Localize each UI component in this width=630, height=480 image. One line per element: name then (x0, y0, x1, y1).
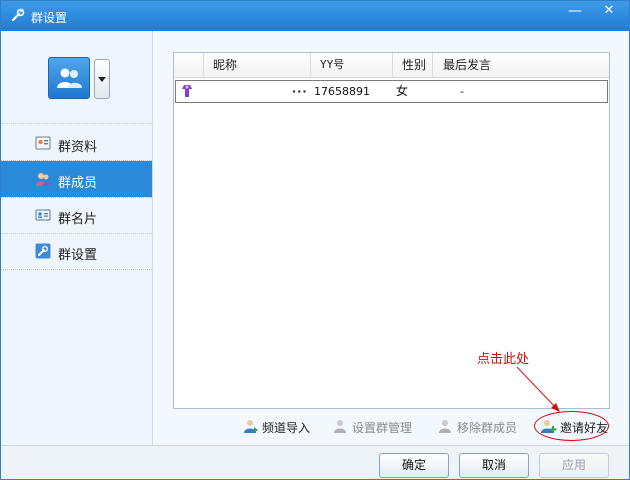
import-label: 频道导入 (262, 421, 311, 435)
set-admin-label: 设置群管理 (352, 421, 413, 435)
nav-divider (1, 123, 152, 124)
sidebar-item-group-members[interactable]: 群成员 (1, 161, 152, 197)
nav-divider (1, 269, 152, 270)
minimize-button[interactable]: — (561, 1, 589, 23)
member-last-speak: - (460, 85, 464, 98)
group-avatar-icon[interactable] (48, 57, 90, 99)
column-header-yy-id[interactable]: YY号 (311, 53, 393, 77)
table-row[interactable]: ··· 17658891 女 - (175, 80, 608, 103)
sidebar: 群资料 群成员 群名片 群设置 (1, 31, 153, 445)
group-card-icon (35, 207, 51, 223)
import-users-icon (243, 418, 259, 434)
member-yy-id: 17658891 (314, 85, 370, 98)
remove-user-icon (438, 418, 454, 434)
wrench-icon (10, 7, 26, 23)
admin-user-icon (333, 418, 349, 434)
sidebar-item-group-settings[interactable]: 群设置 (1, 233, 152, 269)
sidebar-item-group-card[interactable]: 群名片 (1, 197, 152, 233)
sidebar-item-label: 群成员 (58, 176, 98, 191)
group-members-icon (35, 171, 51, 187)
member-gender: 女 (396, 84, 409, 98)
cancel-button[interactable]: 取消 (459, 453, 529, 478)
sidebar-item-label: 群设置 (58, 248, 98, 263)
remove-member-label: 移除群成员 (457, 421, 518, 435)
avatar-dropdown-button[interactable] (94, 59, 110, 99)
column-header-nickname[interactable]: 昵称 (204, 53, 311, 77)
sidebar-item-label: 群名片 (58, 212, 98, 227)
window-title: 群设置 (31, 11, 68, 25)
ok-button[interactable]: 确定 (379, 453, 449, 478)
member-nickname: ··· (292, 85, 308, 98)
title-bar: 群设置 — ✕ (1, 1, 629, 31)
members-table: 昵称 YY号 性别 最后发言 ··· 17658891 女 - (173, 52, 610, 409)
group-settings-window: 群设置 — ✕ 群资料 群成员 群名片 群设置 昵称 YY号 性别 最后发言 ·… (0, 0, 630, 480)
apply-button[interactable]: 应用 (539, 453, 609, 478)
column-header-gender[interactable]: 性别 (393, 53, 433, 77)
callout-ellipse (534, 411, 609, 441)
column-header-icon (174, 53, 204, 77)
callout-arrow (516, 366, 560, 412)
sidebar-item-label: 群资料 (58, 140, 98, 155)
column-header-last-speak[interactable]: 最后发言 (433, 53, 609, 77)
table-header: 昵称 YY号 性别 最后发言 (174, 53, 609, 78)
close-button[interactable]: ✕ (595, 1, 623, 23)
dialog-footer: 确定 取消 应用 (1, 445, 629, 479)
sidebar-item-group-info[interactable]: 群资料 (1, 125, 152, 161)
group-info-icon (35, 135, 51, 151)
group-settings-icon (35, 243, 51, 259)
member-role-icon (179, 83, 195, 106)
